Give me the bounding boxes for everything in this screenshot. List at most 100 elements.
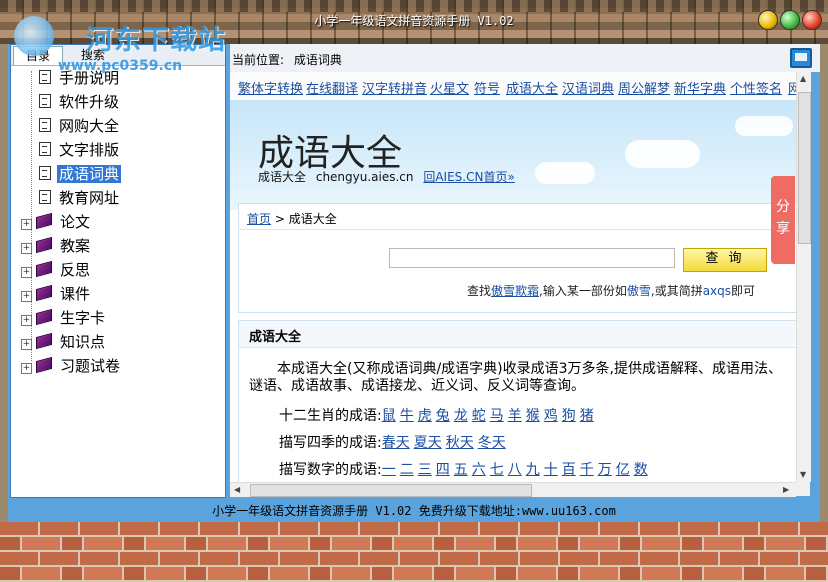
search-input[interactable] [389,248,675,268]
nav-link[interactable]: 火星文 [430,78,469,97]
tree-item-label: 课件 [60,285,91,303]
category-link[interactable]: 七 [490,462,504,478]
scroll-right-arrow-icon[interactable]: ▶ [783,485,789,494]
expand-icon[interactable]: + [21,243,32,254]
scroll-up-arrow-icon[interactable]: ▲ [800,74,806,83]
category-link[interactable]: 百 [562,462,576,478]
category-row: 十二生肖的成语:鼠牛虎兔龙蛇马羊猴鸡狗猪 [279,405,598,425]
book-icon [36,260,52,278]
horizontal-scrollbar[interactable]: ◀ ▶ [230,482,796,497]
book-icon [36,332,52,350]
tree-item-label: 知识点 [60,333,106,351]
expand-icon[interactable]: + [21,291,32,302]
category-link[interactable]: 数 [634,462,648,478]
category-label: 十二生肖的成语: [279,408,382,424]
nav-link[interactable]: 繁体字转换 [238,78,303,97]
nav-link[interactable]: 周公解梦 [618,78,670,97]
tree-item[interactable]: + 课件 [21,283,92,305]
tree-item[interactable]: 网购大全 [39,115,121,137]
monitor-icon[interactable] [790,48,812,68]
category-link[interactable]: 猪 [580,408,594,424]
document-icon [39,118,51,132]
category-link[interactable]: 蛇 [472,408,486,424]
site-subtitle: 成语大全 chengyu.aies.cn 回AIES.CN首页» [258,168,515,185]
vertical-scroll-thumb[interactable] [798,92,811,244]
maximize-button[interactable] [780,10,800,30]
scroll-down-arrow-icon[interactable]: ▼ [800,470,806,479]
tree-item[interactable]: + 知识点 [21,331,107,353]
nav-link[interactable]: 新华字典 [674,78,726,97]
category-link[interactable]: 十 [544,462,558,478]
category-link[interactable]: 兔 [436,408,450,424]
category-link[interactable]: 鸡 [544,408,558,424]
category-link[interactable]: 万 [598,462,612,478]
category-link[interactable]: 五 [454,462,468,478]
category-link[interactable]: 一 [382,462,396,478]
tree-item[interactable]: + 习题试卷 [21,355,122,377]
category-link[interactable]: 鼠 [382,408,396,424]
category-link[interactable]: 羊 [508,408,522,424]
category-link[interactable]: 春天 [382,435,410,451]
category-link[interactable]: 二 [400,462,414,478]
category-link[interactable]: 虎 [418,408,432,424]
nav-link[interactable]: 汉字转拼音 [362,78,427,97]
category-link[interactable]: 猴 [526,408,540,424]
tree-item[interactable]: 文字排版 [39,139,121,161]
expand-icon[interactable]: + [21,219,32,230]
category-link[interactable]: 千 [580,462,594,478]
tree-item[interactable]: 成语词典 [39,163,122,185]
scroll-left-arrow-icon[interactable]: ◀ [234,485,240,494]
category-row: 描写四季的成语:春天 夏天 秋天 冬天 [279,432,510,452]
share-button[interactable]: 分享 [771,176,795,264]
category-link[interactable]: 八 [508,462,522,478]
nav-link[interactable]: 个性签名 [730,78,782,97]
category-link[interactable]: 秋天 [446,435,474,451]
close-button[interactable] [802,10,822,30]
nav-link[interactable]: 符号 [474,78,500,97]
open-book-icon [39,166,51,180]
nav-link[interactable]: 在线翻译 [306,78,358,97]
category-link[interactable]: 马 [490,408,504,424]
tree-item-label: 反思 [60,261,91,279]
expand-icon[interactable]: + [21,267,32,278]
watermark-text: 河东下载站 [86,25,226,56]
nav-link[interactable]: 成语大全 [506,78,558,97]
minimize-button[interactable] [758,10,778,30]
category-link[interactable]: 三 [418,462,432,478]
category-link[interactable]: 亿 [616,462,630,478]
category-link[interactable]: 四 [436,462,450,478]
tree-item[interactable]: 软件升级 [39,91,121,113]
tree-item[interactable]: 教育网址 [39,187,121,209]
category-link[interactable]: 龙 [454,408,468,424]
category-link[interactable]: 牛 [400,408,414,424]
horizontal-scroll-thumb[interactable] [250,484,532,497]
category-link[interactable]: 夏天 [414,435,442,451]
expand-icon[interactable]: + [21,315,32,326]
tree-item[interactable]: + 教案 [21,235,92,257]
section-intro: 本成语大全(又称成语词典/成语字典)收录成语3万多条,提供成语解释、成语用法、谜… [249,361,782,394]
category-link[interactable]: 九 [526,462,540,478]
left-panel: 目录 搜索 手册说明 软件升级 网购大全 文字排版 成语词典 教育网址 + 论文 + 教案 + 反思 +… [10,44,226,498]
roof-tiles [0,0,828,12]
tree-item[interactable]: + 反思 [21,259,92,281]
location-value: 成语词典 [293,53,342,67]
search-button[interactable]: 查 询 [683,248,767,272]
hint-example-link[interactable]: 傲雪欺霜 [491,284,539,298]
watermark-url: www.pc0359.cn [58,58,183,74]
hint-example-abbr: axqs [702,284,732,298]
expand-icon[interactable]: + [21,339,32,350]
category-link[interactable]: 狗 [562,408,576,424]
nav-link[interactable]: 汉语词典 [562,78,614,97]
home-link[interactable]: 回AIES.CN首页» [423,170,514,184]
document-icon [39,142,51,156]
breadcrumb-home-link[interactable]: 首页 [247,212,271,226]
tree-item[interactable]: + 论文 [21,211,92,233]
site-header: 成语大全 成语大全 chengyu.aies.cn 回AIES.CN首页» [230,100,808,210]
tree-item[interactable]: + 生字卡 [21,307,107,329]
category-label: 描写四季的成语: [279,435,382,451]
category-link[interactable]: 冬天 [478,435,506,451]
expand-icon[interactable]: + [21,363,32,374]
category-link[interactable]: 六 [472,462,486,478]
search-panel: 首页 > 成语大全 查 询 查找傲雪欺霜,输入某一部份如傲雪,或其简拼axqs即… [238,203,802,313]
vertical-scrollbar[interactable]: ▲ ▼ [796,72,811,482]
